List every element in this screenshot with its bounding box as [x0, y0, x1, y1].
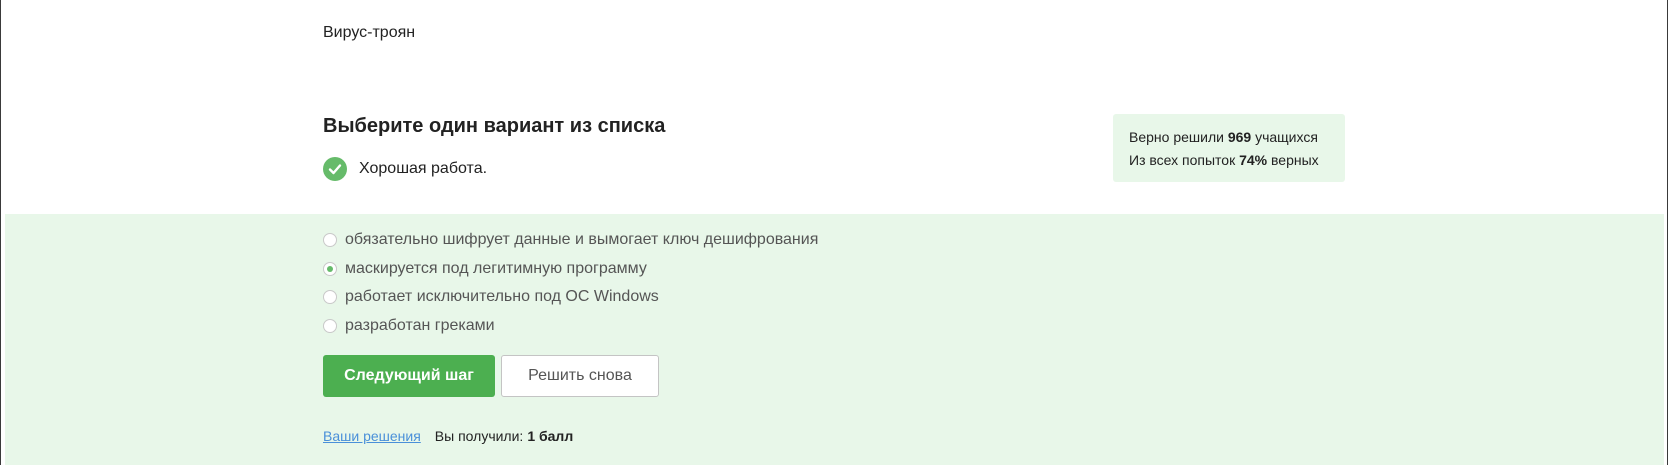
step-page: Вирус-троян Выберите один вариант из спи… [0, 0, 1668, 465]
radio-empty-icon[interactable] [323, 290, 337, 305]
option-label: работает исключительно под ОС Windows [345, 288, 659, 306]
stats-attempts-suffix: верных [1271, 152, 1319, 168]
option-item[interactable]: обязательно шифрует данные и вымогает кл… [323, 226, 818, 255]
stats-solved: Верно решили 969 учащихся [1129, 126, 1329, 149]
retry-button[interactable]: Решить снова [501, 355, 659, 397]
score-label: Вы получили: [434, 428, 524, 444]
options-list: обязательно шифрует данные и вымогает кл… [323, 226, 818, 340]
check-circle-icon [323, 157, 347, 181]
result-footer: Ваши решения Вы получили: 1 балл [323, 428, 573, 444]
radio-empty-icon[interactable] [323, 318, 337, 333]
next-step-button[interactable]: Следующий шаг [323, 355, 495, 397]
radio-checked-icon[interactable] [323, 261, 337, 276]
stats-attempts-prefix: Из всех попыток [1129, 152, 1236, 168]
feedback-message: Хорошая работа. [323, 157, 487, 181]
option-item[interactable]: маскируется под легитимную программу [323, 255, 818, 284]
feedback-text: Хорошая работа. [359, 160, 488, 177]
option-item[interactable]: разработан греками [323, 312, 818, 341]
option-label: разработан греками [345, 316, 495, 334]
score-value: 1 балл [527, 428, 574, 444]
step-text: Вирус-троян [323, 24, 416, 41]
option-label: маскируется под легитимную программу [345, 259, 647, 277]
your-solutions-link[interactable]: Ваши решения [323, 428, 421, 444]
quiz-title: Выберите один вариант из списка [323, 115, 666, 137]
option-label: обязательно шифрует данные и вымогает кл… [345, 231, 819, 249]
stats-solved-count: 969 [1227, 129, 1252, 145]
stats-attempts-percent: 74% [1239, 152, 1268, 168]
stats-attempts: Из всех попыток 74% верных [1129, 149, 1329, 172]
answer-zone: обязательно шифрует данные и вымогает кл… [5, 214, 1664, 465]
stats-box: Верно решили 969 учащихся Из всех попыто… [1113, 114, 1345, 182]
stats-solved-prefix: Верно решили [1129, 129, 1224, 145]
stats-solved-suffix: учащихся [1255, 129, 1318, 145]
option-item[interactable]: работает исключительно под ОС Windows [323, 283, 818, 312]
radio-empty-icon[interactable] [323, 233, 337, 248]
